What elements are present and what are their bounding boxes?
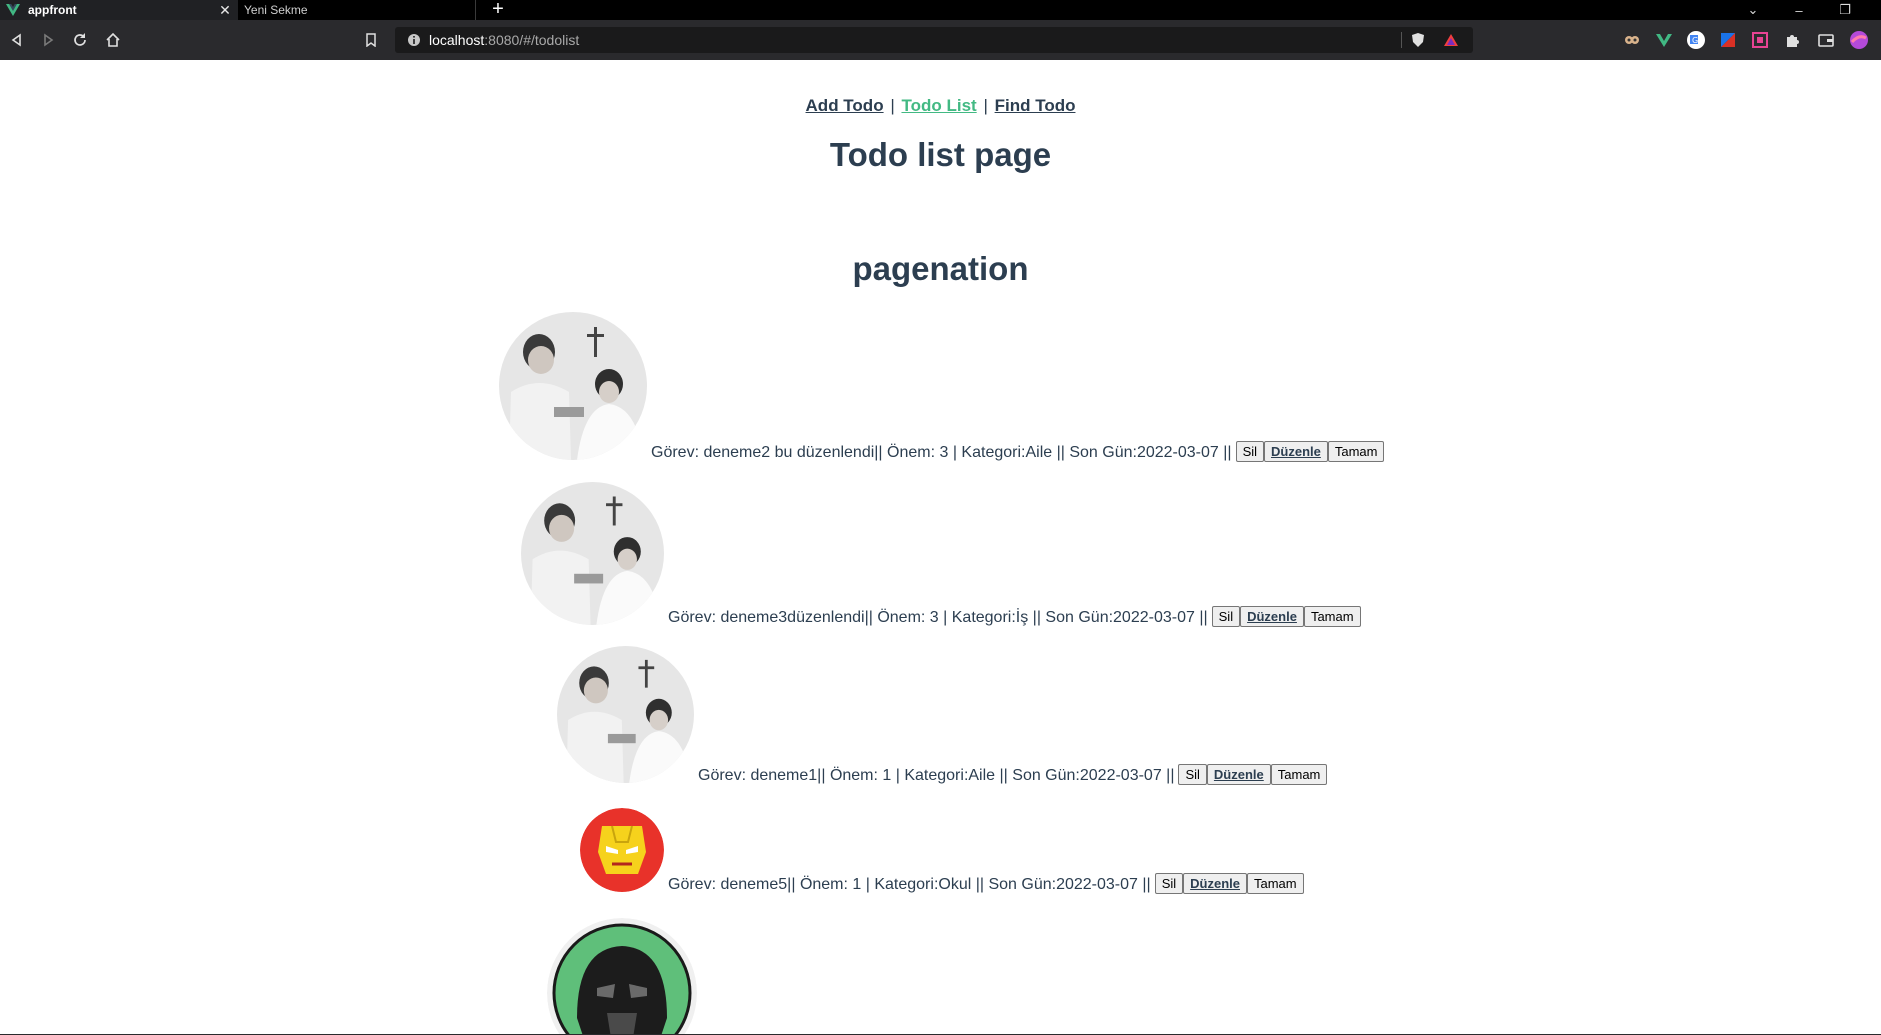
address-bar[interactable]: localhost:8080/#/todolist (395, 27, 1473, 53)
todo-avatar-photo (521, 482, 664, 625)
pagination-title: pagenation (852, 250, 1029, 287)
nav-separator: | (890, 96, 895, 115)
todo-avatar-photo (499, 312, 647, 460)
tab-title: appfront (28, 3, 77, 17)
todo-item (547, 918, 701, 1035)
extension-owl-icon[interactable] (1622, 30, 1642, 50)
tab-appfront[interactable]: appfront ✕ (0, 0, 238, 20)
todo-item: Görev: deneme3düzenlendi|| Önem: 3 | Kat… (521, 482, 1361, 627)
page-title: Todo list page (829, 136, 1052, 173)
todo-actions: Sil Düzenle Tamam (1211, 606, 1361, 627)
todo-item: Görev: deneme5|| Önem: 1 | Kategori:Okul… (580, 808, 1304, 894)
done-button[interactable]: Tamam (1327, 441, 1385, 462)
todo-actions: Sil Düzenle Tamam (1154, 873, 1304, 894)
todo-avatar-photo (557, 646, 694, 783)
todo-actions: Sil Düzenle Tamam (1235, 441, 1385, 462)
todo-item: Görev: deneme1|| Önem: 1 | Kategori:Aile… (557, 646, 1328, 785)
brave-shield-icon[interactable] (1408, 30, 1428, 50)
top-nav: Add Todo | Todo List | Find Todo (0, 96, 1881, 116)
nav-add-todo-link[interactable]: Add Todo (806, 96, 884, 115)
info-icon[interactable] (407, 33, 421, 47)
svg-text:G: G (1692, 36, 1698, 45)
browser-toolbar: localhost:8080/#/todolist G (0, 20, 1881, 60)
edit-button[interactable]: Düzenle (1206, 764, 1271, 785)
minimize-icon[interactable]: – (1779, 0, 1819, 20)
nav-separator: | (983, 96, 988, 115)
edit-button[interactable]: Düzenle (1240, 606, 1304, 627)
browser-tabstrip: appfront ✕ Yeni Sekme + ⌄ – ❐ (0, 0, 1881, 20)
new-tab-icon[interactable]: + (488, 0, 508, 20)
url-text: localhost:8080/#/todolist (429, 32, 580, 48)
profile-avatar-icon[interactable] (1849, 30, 1869, 50)
tab-new[interactable]: Yeni Sekme (238, 0, 476, 20)
vue-logo-icon (6, 3, 20, 17)
page-content: Add Todo | Todo List | Find Todo Todo li… (0, 60, 1881, 1035)
extension-flag-icon[interactable] (1718, 30, 1738, 50)
vue-devtools-icon[interactable] (1654, 30, 1674, 50)
edit-button[interactable]: Düzenle (1264, 441, 1328, 462)
todo-text: Görev: deneme2 bu düzenlendi|| Önem: 3 |… (651, 444, 1232, 461)
back-icon[interactable] (7, 30, 27, 50)
done-button[interactable]: Tamam (1303, 606, 1361, 627)
bookmark-icon[interactable] (361, 30, 381, 50)
todo-actions: Sil Düzenle Tamam (1178, 764, 1328, 785)
divider (1401, 32, 1402, 48)
todo-text: Görev: deneme1|| Önem: 1 | Kategori:Aile… (698, 767, 1175, 784)
close-tab-icon[interactable]: ✕ (218, 2, 232, 19)
todo-item: Görev: deneme2 bu düzenlendi|| Önem: 3 |… (499, 312, 1385, 462)
tab-search-icon[interactable]: ⌄ (1733, 0, 1773, 20)
done-button[interactable]: Tamam (1246, 873, 1304, 894)
iron-man-avatar-icon (580, 808, 664, 892)
tab-title: Yeni Sekme (244, 3, 308, 17)
wallet-icon[interactable] (1816, 30, 1836, 50)
todo-text: Görev: deneme5|| Önem: 1 | Kategori:Okul… (668, 876, 1151, 893)
done-button[interactable]: Tamam (1270, 764, 1328, 785)
delete-button[interactable]: Sil (1211, 606, 1241, 627)
nav-find-todo-link[interactable]: Find Todo (995, 96, 1076, 115)
brave-rewards-icon[interactable] (1441, 30, 1461, 50)
delete-button[interactable]: Sil (1235, 441, 1265, 462)
reload-icon[interactable] (70, 30, 90, 50)
translate-icon[interactable]: G (1686, 30, 1706, 50)
todo-text: Görev: deneme3düzenlendi|| Önem: 3 | Kat… (668, 609, 1208, 626)
extensions-puzzle-icon[interactable] (1782, 30, 1802, 50)
darth-vader-avatar-icon (547, 918, 697, 1035)
nav-todo-list-link[interactable]: Todo List (901, 96, 976, 115)
delete-button[interactable]: Sil (1154, 873, 1184, 894)
edit-button[interactable]: Düzenle (1183, 873, 1247, 894)
restore-icon[interactable]: ❐ (1825, 0, 1865, 20)
delete-button[interactable]: Sil (1178, 764, 1207, 785)
home-icon[interactable] (103, 30, 123, 50)
extension-grid-icon[interactable] (1750, 30, 1770, 50)
forward-icon[interactable] (38, 30, 58, 50)
